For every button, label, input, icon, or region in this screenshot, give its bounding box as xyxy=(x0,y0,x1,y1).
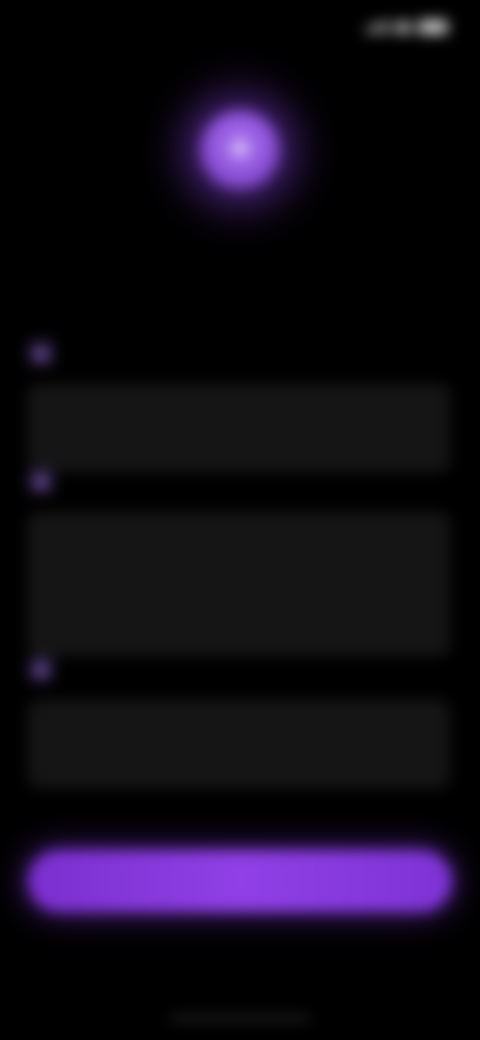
battery-icon xyxy=(418,20,448,34)
feature-header: ◆ xyxy=(28,656,450,682)
feature-section-2: ◆ xyxy=(28,468,450,656)
status-bar xyxy=(0,0,480,56)
feature-icon: ◆ xyxy=(28,468,54,494)
feature-icon: ◆ xyxy=(28,656,54,682)
hero-orb: ✦ xyxy=(200,110,280,190)
feature-section-3: ◆ xyxy=(28,656,450,788)
feature-description xyxy=(28,384,450,472)
feature-section-1: ◆ xyxy=(28,340,450,472)
feature-icon: ◆ xyxy=(28,340,54,366)
status-time xyxy=(30,18,110,38)
sparkle-icon: ✦ xyxy=(225,131,255,169)
feature-header: ◆ xyxy=(28,340,450,366)
feature-description xyxy=(28,700,450,788)
home-indicator xyxy=(170,1016,310,1021)
feature-description xyxy=(28,512,450,656)
wifi-icon xyxy=(394,21,412,33)
continue-button[interactable] xyxy=(28,850,452,912)
onboarding-screen: ✦ ◆ ◆ ◆ xyxy=(0,0,480,1040)
signal-icon xyxy=(366,21,388,33)
feature-header: ◆ xyxy=(28,468,450,494)
status-icons xyxy=(366,20,448,34)
